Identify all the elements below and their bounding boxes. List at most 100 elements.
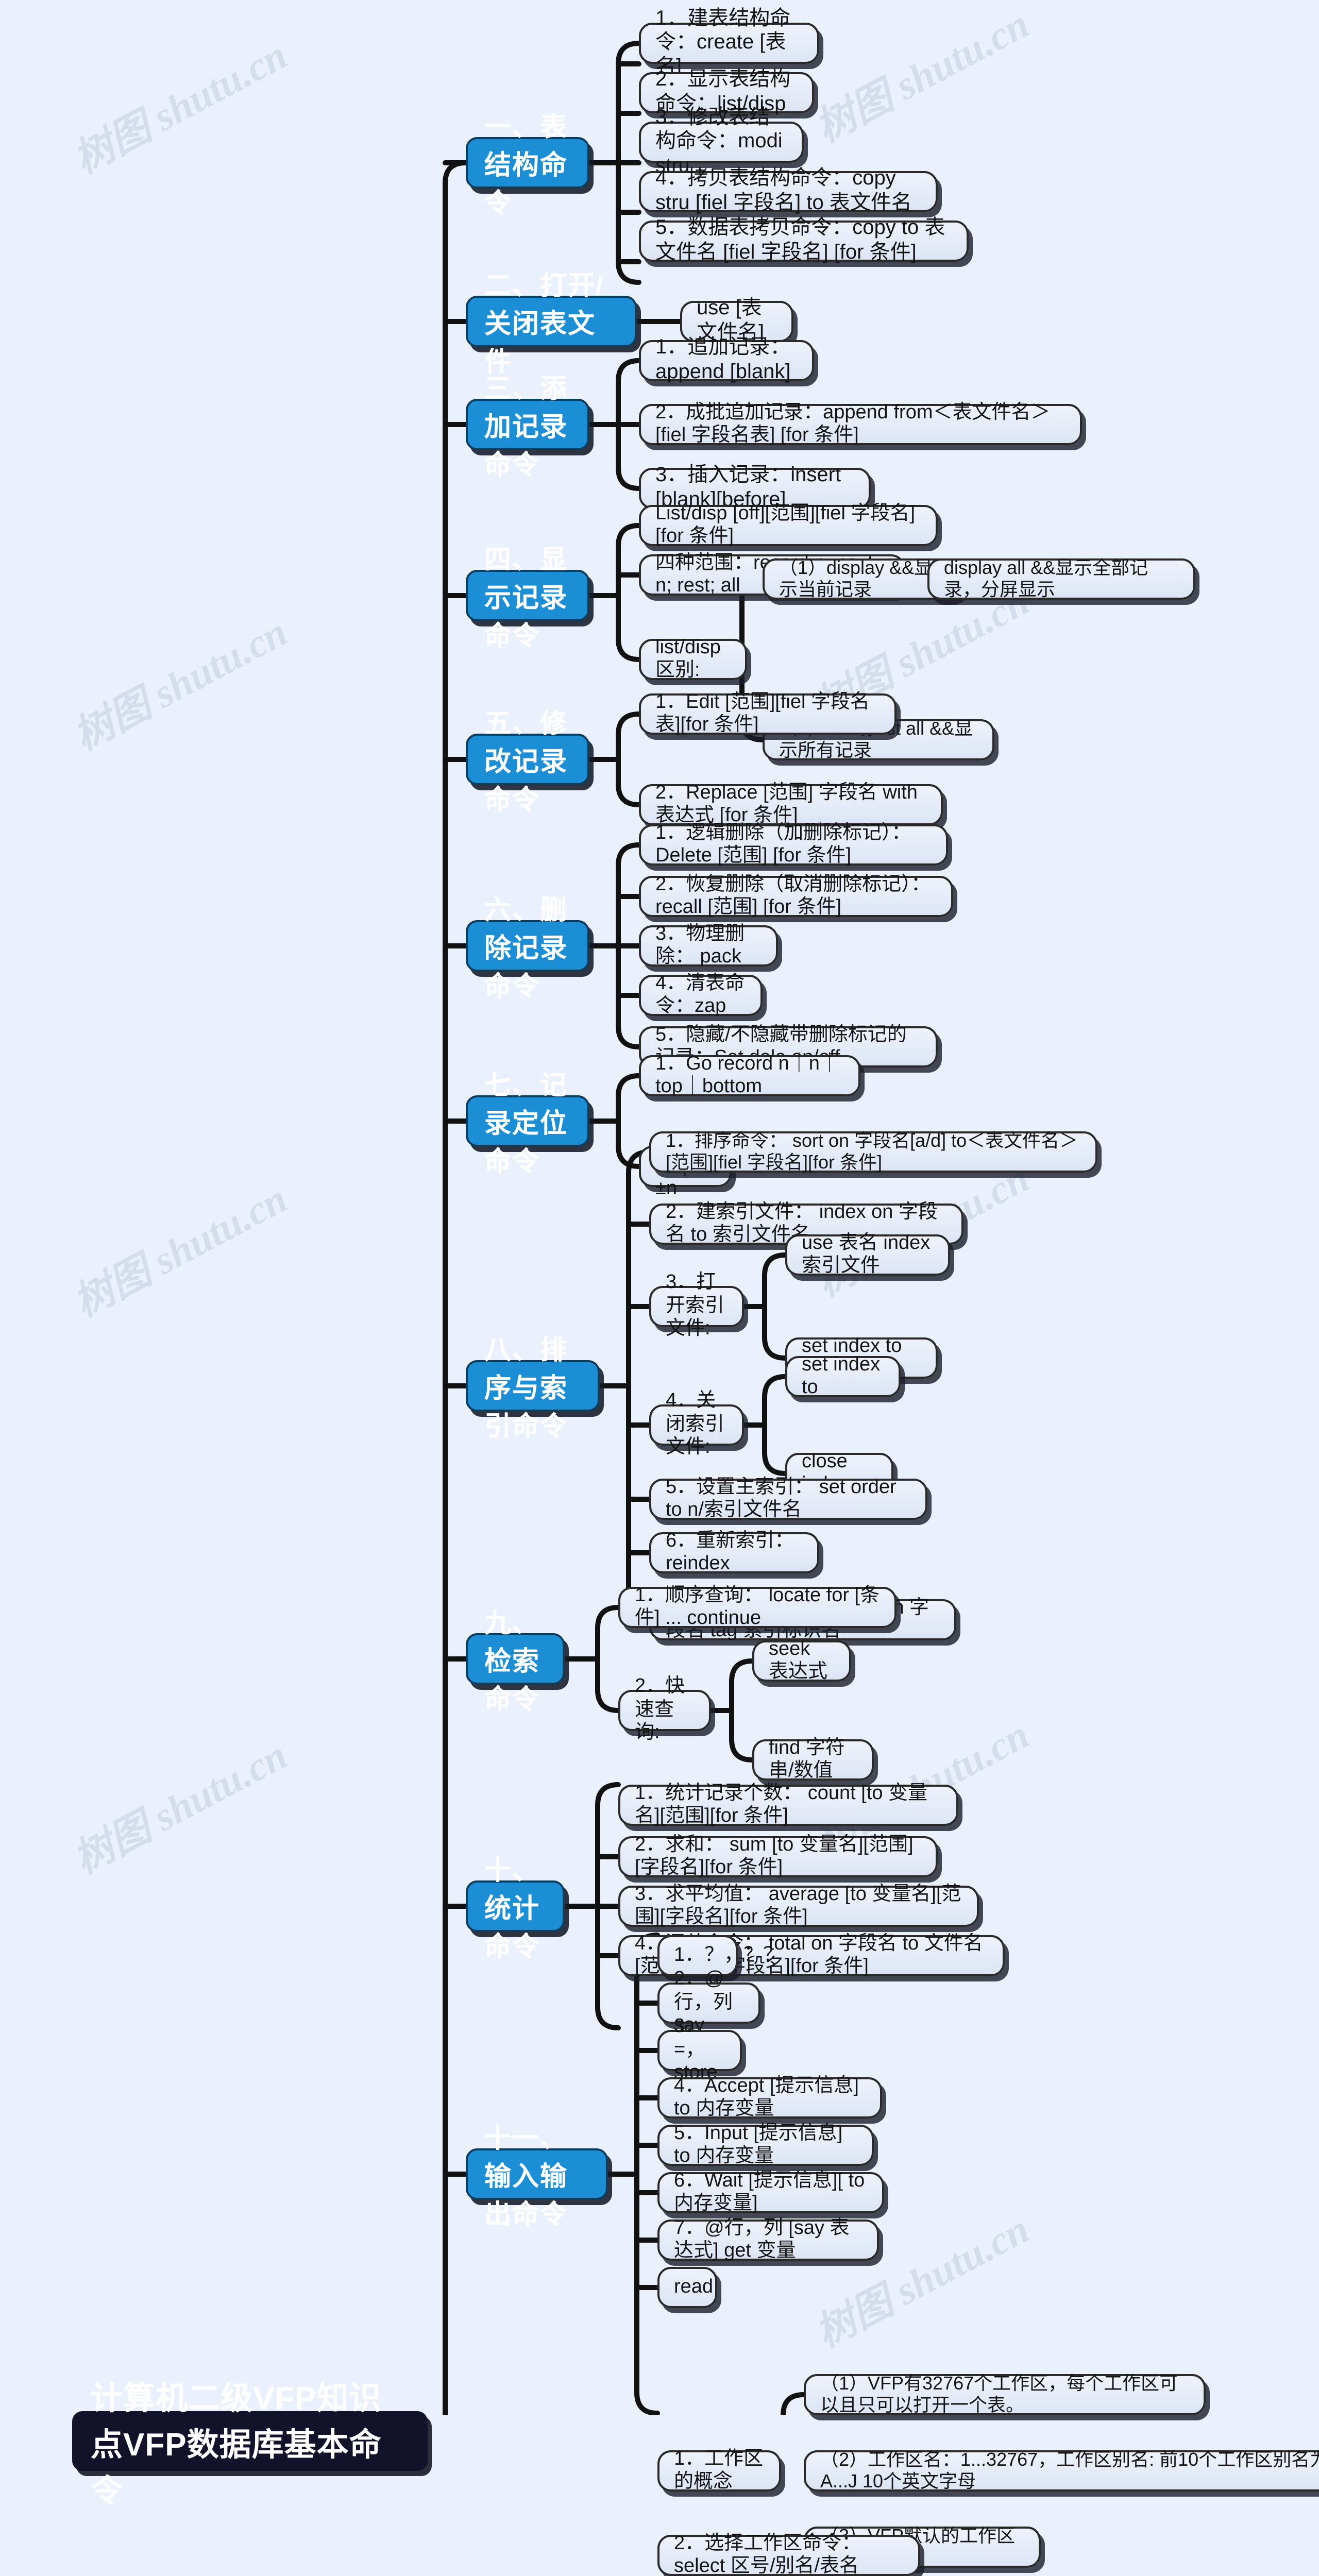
branch-node-8[interactable]: 八、排序与索引命令 <box>466 1334 600 1441</box>
leaf-node[interactable]: 3．=，store <box>657 2016 742 2083</box>
leaf-node[interactable]: 1．排序命令： sort on 字段名[a/d] to＜表文件名＞[范围][fi… <box>649 1130 1097 1173</box>
leaf-text: （1）VFP有32767个工作区，每个工作区可以且只可以打开一个表。 <box>820 2372 1178 2415</box>
leaf-node[interactable]: 3．物理删除： pack <box>639 923 778 968</box>
leaf-node[interactable]: 4．Accept [提示信息] to 内存变量 <box>657 2075 882 2120</box>
leaf-node[interactable]: 2．选择工作区命令： select 区号/别名/表名 <box>657 2532 920 2576</box>
branch-node-7[interactable]: 七、记录定位命令 <box>466 1069 589 1176</box>
leaf-node[interactable]: 5．数据表拷贝命令：copy to 表文件名 [fiel 字段名] [for 条… <box>639 217 969 264</box>
leaf-text: 2．选择工作区命令： select 区号/别名/表名 <box>674 2532 861 2576</box>
watermark: 树图 shutu.cn <box>66 32 295 182</box>
leaf-node[interactable]: 1．工作区的概念 <box>657 2448 781 2493</box>
leaf-text: 1．逻辑删除（加删除标记）： Delete [范围] [for 条件] <box>655 822 911 867</box>
leaf-text: 7．@行，列 [say 表达式] get 变量 <box>674 2217 850 2262</box>
leaf-node[interactable]: 1．建表结构命令：create [表名] <box>639 7 819 78</box>
branch-node-10[interactable]: 十、统计命令 <box>466 1854 565 1961</box>
leaf-text: 5．数据表拷贝命令：copy to 表文件名 [fiel 字段名] [for 条… <box>655 216 945 264</box>
leaf-node[interactable]: find 字符串/数值 <box>752 1737 874 1782</box>
branch-node-11[interactable]: 十一、输入输出命令 <box>466 2122 608 2229</box>
leaf-node[interactable]: List/disp [off][范围][fiel 字段名][for 条件] <box>639 502 938 547</box>
leaf-node[interactable]: seek 表达式 <box>752 1638 851 1683</box>
leaf-node[interactable]: 1．顺序查询： locate for [条件] ... continue <box>618 1584 897 1629</box>
branch-label: 一、表结构命令 <box>484 111 568 218</box>
leaf-text: （1）display &&显示当前记录 <box>779 557 933 600</box>
leaf-node[interactable]: use 表名 index 索引文件 <box>785 1232 950 1277</box>
leaf-node[interactable]: （2）工作区名：1...32767，工作区别名: 前10个工作区别名为 A...… <box>804 2449 1319 2492</box>
leaf-node[interactable]: 3．修改表结构命令：modi stru <box>639 106 804 177</box>
leaf-node[interactable]: 1．逻辑删除（加删除标记）： Delete [范围] [for 条件] <box>639 822 948 867</box>
root-node[interactable]: 计算机二级VFP知识点VFP数据库基本命令 <box>72 2380 428 2509</box>
leaf-text: 1．Go record n｜n｜top｜bottom <box>655 1053 839 1097</box>
leaf-node[interactable]: 7．@行，列 [say 表达式] get 变量 <box>657 2217 879 2262</box>
branch-node-1[interactable]: 一、表结构命令 <box>466 111 589 218</box>
branch-label: 七、记录定位命令 <box>484 1069 568 1176</box>
leaf-node[interactable]: 3．打开索引文件: <box>649 1272 744 1340</box>
branch-label: 十、统计命令 <box>484 1854 540 1961</box>
leaf-text: 4．Accept [提示信息] to 内存变量 <box>674 2075 859 2120</box>
leaf-node[interactable]: 4．关闭索引文件: <box>649 1391 744 1458</box>
leaf-text: use 表名 index 索引文件 <box>802 1232 931 1277</box>
watermark: 树图 shutu.cn <box>66 1733 295 1883</box>
leaf-text: 1．追加记录：append [blank] <box>655 336 791 383</box>
leaf-node[interactable]: 6．Wait [提示信息][ to 内存变量] <box>657 2170 884 2214</box>
leaf-node[interactable]: read <box>657 2267 717 2308</box>
branch-node-6[interactable]: 六、删除记录命令 <box>466 894 589 1001</box>
branch-label: 十一、输入输出命令 <box>484 2122 568 2229</box>
leaf-text: （2）工作区名：1...32767，工作区别名: 前10个工作区别名为 A...… <box>820 2449 1319 2492</box>
leaf-text: 1．Edit [范围][fiel 字段名表][for 条件] <box>655 691 870 736</box>
leaf-text: read <box>674 2276 714 2298</box>
leaf-node[interactable]: 2．快速查询: <box>618 1676 711 1743</box>
leaf-text: 2．求和： sum [to 变量名][范围][字段名][for 条件] <box>635 1834 914 1878</box>
leaf-text: 3．求平均值： average [to 变量名][范围][字段名][for 条件… <box>635 1883 961 1928</box>
leaf-node[interactable]: 3．求平均值： average [to 变量名][范围][字段名][for 条件… <box>618 1883 979 1928</box>
branch-node-4[interactable]: 四、显示记录命令 <box>466 544 589 651</box>
leaf-text: 2．快速查询: <box>635 1675 685 1744</box>
leaf-node[interactable]: 1．追加记录：append [blank] <box>639 336 814 383</box>
leaf-node[interactable]: 1．统计记录个数： count [to 变量名][范围][for 条件] <box>618 1782 958 1827</box>
leaf-node[interactable]: 4．拷贝表结构命令：copy stru [fiel 字段名] to 表文件名 <box>639 167 938 214</box>
leaf-node[interactable]: 2．恢复删除（取消删除标记）：recall [范围] [for 条件] <box>639 873 953 918</box>
leaf-node[interactable]: 4．清表命令：zap <box>639 972 763 1017</box>
watermark: 树图 shutu.cn <box>66 609 295 759</box>
leaf-node[interactable]: 2．成批追加记录：append from＜表文件名＞[fiel 字段名表] [f… <box>639 401 1082 446</box>
leaf-node[interactable]: set index to <box>785 1353 901 1398</box>
leaf-node[interactable]: 5．设置主索引： set order to n/索引文件名 <box>649 1476 927 1521</box>
leaf-node[interactable]: 1．Edit [范围][fiel 字段名表][for 条件] <box>639 691 897 736</box>
leaf-text: 1．排序命令： sort on 字段名[a/d] to＜表文件名＞[范围][fi… <box>666 1130 1078 1173</box>
mindmap-canvas: 树图 shutu.cn 树图 shutu.cn 树图 shutu.cn 树图 s… <box>0 0 1319 2576</box>
leaf-text: List/disp [off][范围][fiel 字段名][for 条件] <box>655 502 916 547</box>
branch-label: 二、打开/关闭表文件 <box>484 269 604 377</box>
leaf-text: 4．关闭索引文件: <box>666 1390 725 1459</box>
leaf-text: find 字符串/数值 <box>769 1737 845 1782</box>
leaf-text: 2．恢复删除（取消删除标记）：recall [范围] [for 条件] <box>655 873 931 918</box>
watermark: 树图 shutu.cn <box>66 1176 295 1326</box>
branch-node-5[interactable]: 五、修改记录命令 <box>466 707 589 815</box>
branch-label: 三、添加记录命令 <box>484 372 568 480</box>
leaf-text: 6．Wait [提示信息][ to 内存变量] <box>674 2170 865 2214</box>
leaf-node[interactable]: 1．Go record n｜n｜top｜bottom <box>639 1053 860 1097</box>
leaf-text: 1．？，？？ <box>674 1944 783 1966</box>
leaf-text: 1．顺序查询： locate for [条件] ... continue <box>635 1584 880 1629</box>
leaf-text: 6．重新索引： reindex <box>666 1530 794 1574</box>
leaf-node[interactable]: （1）VFP有32767个工作区，每个工作区可以且只可以打开一个表。 <box>804 2372 1206 2415</box>
leaf-node[interactable]: 5．Input [提示信息] to 内存变量 <box>657 2122 874 2167</box>
branch-label: 八、排序与索引命令 <box>484 1334 568 1441</box>
leaf-node[interactable]: display all &&显示全部记录，分屏显示 <box>927 557 1195 600</box>
leaf-text: 2．Replace [范围] 字段名 with 表达式 [for 条件] <box>655 782 918 826</box>
leaf-node[interactable]: list/disp 区别: <box>639 636 747 681</box>
leaf-text: display all &&显示全部记录，分屏显示 <box>944 557 1148 600</box>
leaf-text: list/disp 区别: <box>655 636 721 681</box>
leaf-node[interactable]: 2．求和： sum [to 变量名][范围][字段名][for 条件] <box>618 1834 938 1878</box>
leaf-text: 1．工作区的概念 <box>674 2448 764 2493</box>
leaf-text: 4．清表命令：zap <box>655 972 745 1017</box>
branch-node-2[interactable]: 二、打开/关闭表文件 <box>466 269 637 377</box>
branch-label: 九、检索命令 <box>484 1607 540 1714</box>
leaf-text: 5．Input [提示信息] to 内存变量 <box>674 2122 843 2167</box>
branch-node-3[interactable]: 三、添加记录命令 <box>466 372 589 480</box>
branch-label: 六、删除记录命令 <box>484 894 568 1001</box>
leaf-text: set index to <box>802 1353 881 1398</box>
branch-node-9[interactable]: 九、检索命令 <box>466 1607 565 1714</box>
leaf-node[interactable]: 6．重新索引： reindex <box>649 1530 819 1574</box>
leaf-node[interactable]: 2．Replace [范围] 字段名 with 表达式 [for 条件] <box>639 782 943 826</box>
leaf-text: 2．成批追加记录：append from＜表文件名＞[fiel 字段名表] [f… <box>655 401 1051 446</box>
branch-label: 四、显示记录命令 <box>484 544 568 651</box>
